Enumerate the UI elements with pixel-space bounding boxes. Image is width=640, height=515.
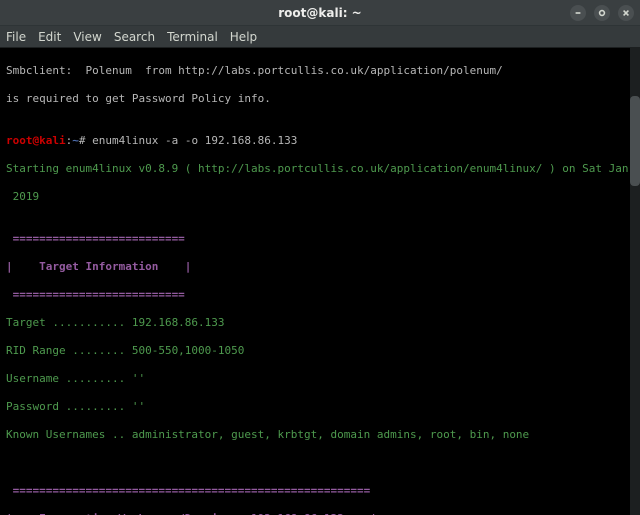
output-line: Password ......... '' <box>6 400 634 414</box>
window-controls <box>570 5 634 21</box>
scrollbar[interactable] <box>630 48 640 515</box>
terminal-output[interactable]: Smbclient: Polenum from http://labs.port… <box>0 48 640 515</box>
section-border: ========================================… <box>6 484 634 498</box>
minimize-icon <box>574 9 582 17</box>
maximize-button[interactable] <box>594 5 610 21</box>
menu-file[interactable]: File <box>6 30 26 44</box>
prompt-suffix: # <box>79 134 92 147</box>
output-line: Username ......... '' <box>6 372 634 386</box>
menu-edit[interactable]: Edit <box>38 30 61 44</box>
prompt-user: root@kali <box>6 134 66 147</box>
maximize-icon <box>598 9 606 17</box>
menu-search[interactable]: Search <box>114 30 155 44</box>
output-line: Target ........... 192.168.86.133 <box>6 316 634 330</box>
output-line: Smbclient: Polenum from http://labs.port… <box>6 64 634 78</box>
output-line: 2019 <box>6 190 634 204</box>
output-line: Starting enum4linux v0.8.9 ( http://labs… <box>6 162 634 176</box>
window-title: root@kali: ~ <box>278 6 361 20</box>
menu-help[interactable]: Help <box>230 30 257 44</box>
minimize-button[interactable] <box>570 5 586 21</box>
output-line: is required to get Password Policy info. <box>6 92 634 106</box>
menu-terminal[interactable]: Terminal <box>167 30 218 44</box>
output-line: RID Range ........ 500-550,1000-1050 <box>6 344 634 358</box>
close-button[interactable] <box>618 5 634 21</box>
scrollbar-thumb[interactable] <box>630 96 640 186</box>
section-border: ========================== <box>6 232 634 246</box>
section-header: | Target Information | <box>6 260 634 274</box>
menu-view[interactable]: View <box>73 30 101 44</box>
prompt-line: root@kali:~# enum4linux -a -o 192.168.86… <box>6 134 634 148</box>
output-line: Known Usernames .. administrator, guest,… <box>6 428 634 442</box>
menubar: File Edit View Search Terminal Help <box>0 26 640 48</box>
section-border: ========================== <box>6 288 634 302</box>
titlebar: root@kali: ~ <box>0 0 640 26</box>
close-icon <box>622 9 630 17</box>
prompt-path: ~ <box>72 134 79 147</box>
typed-command: enum4linux -a -o 192.168.86.133 <box>92 134 297 147</box>
